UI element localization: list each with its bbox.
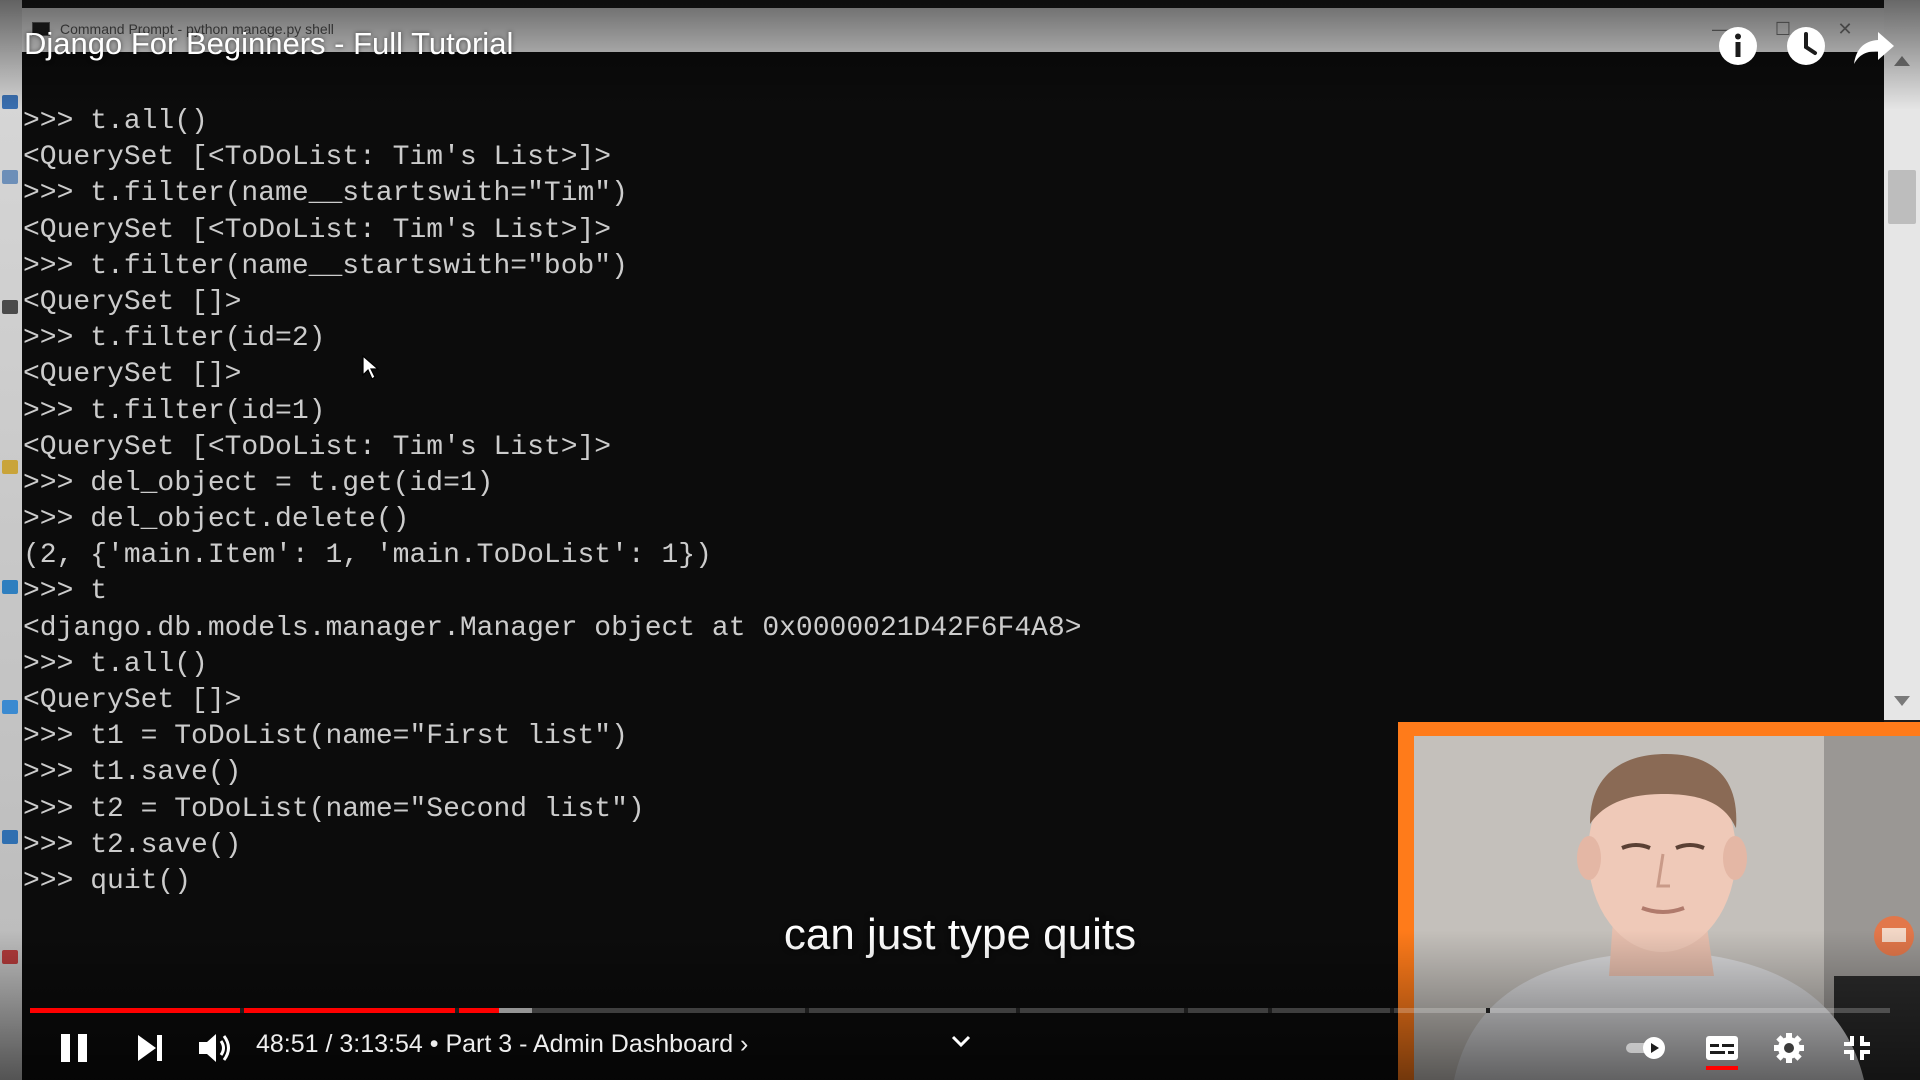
info-icon[interactable] (1716, 24, 1760, 68)
pause-icon[interactable] (56, 1026, 92, 1070)
share-icon[interactable] (1852, 24, 1896, 68)
terminal-line: <QuerySet []> (23, 286, 242, 318)
time-display[interactable]: 48:51 / 3:13:54 • Part 3 - Admin Dashboa… (256, 1030, 748, 1059)
chapter-marker (805, 1008, 809, 1013)
terminal-line: >>> t2.save() (23, 829, 242, 861)
exit-fullscreen-icon[interactable] (1840, 1024, 1874, 1072)
scroll-down-icon[interactable] (1894, 696, 1910, 706)
terminal-line: <QuerySet []> (23, 359, 242, 391)
terminal-line: >>> del_object = t.get(id=1) (23, 467, 494, 499)
terminal-line: >>> t.filter(id=1) (23, 395, 326, 427)
autoplay-toggle-icon[interactable] (1624, 1024, 1668, 1072)
progress-played (30, 1008, 499, 1013)
terminal-output: >>> t.all() <QuerySet [<ToDoList: Tim's L… (23, 104, 1082, 900)
terminal-line: <QuerySet []> (23, 685, 242, 716)
terminal-line: >>> del_object.delete() (23, 504, 410, 536)
progress-bar[interactable] (30, 1008, 1890, 1013)
terminal-line: <QuerySet [<ToDoList: Tim's List>]> (23, 214, 612, 246)
terminal-line: >>> t.all() (23, 106, 208, 137)
scrollbar-thumb[interactable] (1888, 170, 1916, 224)
desktop-icon (2, 170, 18, 184)
mouse-cursor-icon (362, 355, 380, 380)
volume-icon[interactable] (196, 1026, 234, 1070)
terminal-line: >>> quit() (23, 865, 192, 897)
chapter-marker (1390, 1008, 1394, 1013)
terminal-line: >>> t2 = ToDoList(name="Second list") (23, 793, 645, 825)
closed-caption: can just type quits (783, 910, 1137, 959)
desktop-icon (2, 300, 18, 314)
terminal-line: >>> t.filter(id=2) (23, 323, 326, 355)
chevron-down-icon[interactable] (948, 1028, 974, 1054)
terminal-line: (2, {'main.Item': 1, 'main.ToDoList': 1}… (23, 540, 712, 572)
chapter-marker (455, 1008, 459, 1013)
chapter-marker (240, 1008, 244, 1013)
gear-icon[interactable] (1772, 1024, 1806, 1072)
terminal-line: <QuerySet [<ToDoList: Tim's List>]> (23, 142, 612, 174)
terminal-line: >>> t.filter(name__startswith="bob") (23, 250, 628, 282)
terminal-line: <django.db.models.manager.Manager object… (23, 612, 1082, 644)
terminal-line: >>> t1.save() (23, 757, 242, 789)
scroll-up-icon[interactable] (1894, 56, 1910, 66)
chapter-marker (1016, 1008, 1020, 1013)
chapter-marker (1268, 1008, 1272, 1013)
desktop-icon (2, 700, 18, 714)
next-icon[interactable] (134, 1026, 166, 1070)
terminal-line: >>> t.filter(name__startswith="Tim") (23, 178, 628, 210)
clock-icon[interactable] (1784, 24, 1828, 68)
desktop-icon (2, 460, 18, 474)
terminal-line: >>> t.all() (23, 648, 208, 680)
subtitles-icon[interactable] (1704, 1024, 1740, 1072)
chapter-marker (1486, 1008, 1490, 1013)
desktop-icon (2, 95, 18, 109)
terminal-line: <QuerySet [<ToDoList: Tim's List>]> (23, 431, 612, 463)
desktop-icon (2, 830, 18, 844)
terminal-line: >>> t1 = ToDoList(name="First list") (23, 721, 628, 753)
chapter-marker (1184, 1008, 1188, 1013)
terminal-scrollbar[interactable] (1884, 0, 1920, 720)
desktop-icon (2, 580, 18, 594)
video-title[interactable]: Django For Beginners - Full Tutorial (24, 26, 513, 62)
terminal-line: >>> t (23, 576, 108, 608)
